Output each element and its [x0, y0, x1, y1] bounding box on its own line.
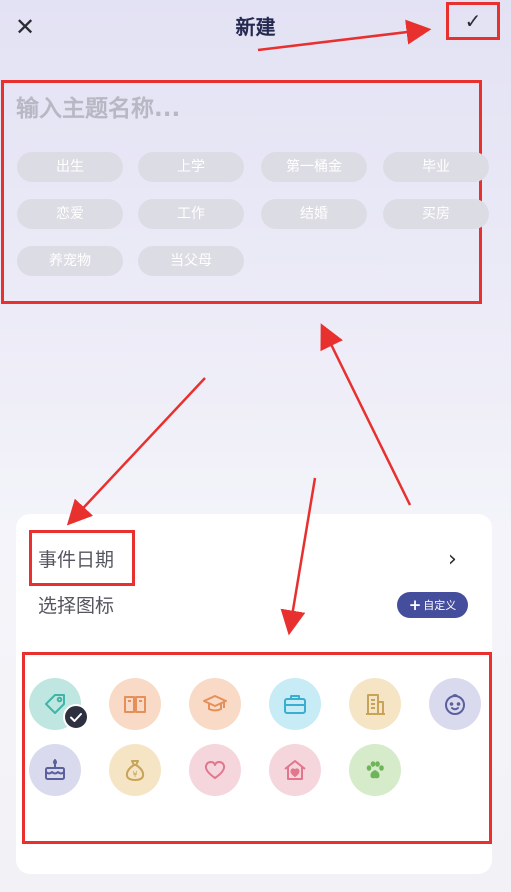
- money-bag-icon[interactable]: ¥: [109, 744, 161, 796]
- topic-chip[interactable]: 毕业: [383, 152, 489, 182]
- topic-chip[interactable]: 恋爱: [17, 199, 123, 229]
- book-icon[interactable]: [109, 678, 161, 730]
- topic-chip[interactable]: 买房: [383, 199, 489, 229]
- check-icon: [70, 713, 82, 722]
- annotation-arrow: [320, 323, 412, 506]
- graduation-cap-icon[interactable]: [189, 678, 241, 730]
- select-icon-label: 选择图标: [38, 595, 115, 617]
- paw-icon[interactable]: [349, 744, 401, 796]
- topic-chip[interactable]: 养宠物: [17, 246, 123, 276]
- building-icon[interactable]: [349, 678, 401, 730]
- topic-chip[interactable]: 第一桶金: [261, 152, 367, 182]
- confirm-button[interactable]: ✓: [446, 2, 500, 40]
- selected-check-badge: [63, 704, 89, 730]
- topic-chip[interactable]: 工作: [138, 199, 244, 229]
- topic-name-input[interactable]: [16, 92, 456, 126]
- birthday-cake-icon[interactable]: [29, 744, 81, 796]
- annotation-box-icons: [22, 652, 492, 844]
- topic-chip[interactable]: 出生: [17, 152, 123, 182]
- page-title: 新建: [235, 15, 276, 39]
- event-date-label[interactable]: 事件日期: [38, 546, 114, 574]
- home-heart-icon[interactable]: [269, 744, 321, 796]
- heart-icon[interactable]: [189, 744, 241, 796]
- briefcase-icon[interactable]: [269, 678, 321, 730]
- chevron-right-icon[interactable]: ›: [448, 548, 457, 572]
- check-icon: ✓: [464, 9, 482, 33]
- annotation-arrow: [66, 377, 206, 526]
- topic-chip[interactable]: 当父母: [138, 246, 244, 276]
- plus-icon: +: [408, 596, 422, 614]
- topic-chip[interactable]: 上学: [138, 152, 244, 182]
- svg-text:¥: ¥: [132, 770, 137, 779]
- baby-face-icon[interactable]: [429, 678, 481, 730]
- custom-button-label: 自定义: [423, 599, 457, 612]
- topic-chip[interactable]: 结婚: [261, 199, 367, 229]
- custom-icon-button[interactable]: + 自定义: [397, 592, 468, 618]
